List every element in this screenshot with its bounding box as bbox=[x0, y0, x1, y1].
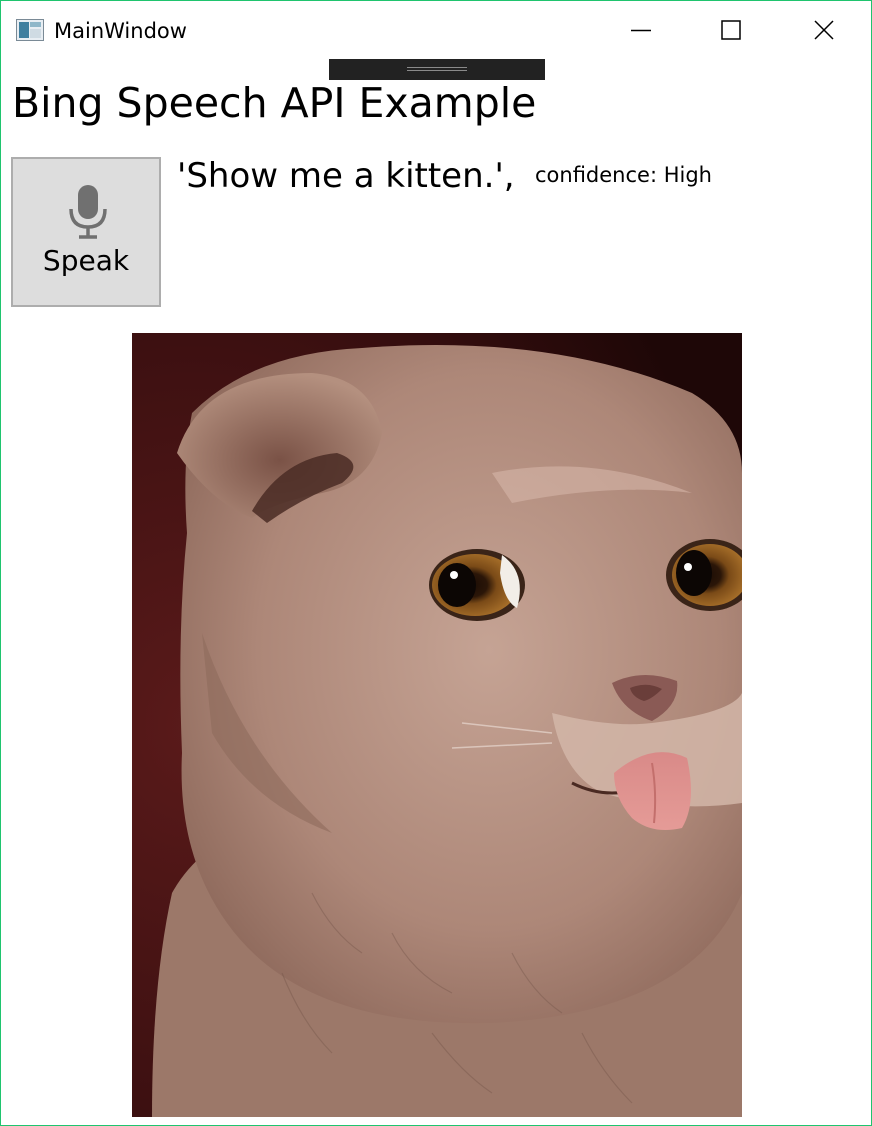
grip-line bbox=[407, 67, 467, 68]
window-title: MainWindow bbox=[54, 19, 187, 43]
microphone-icon bbox=[69, 185, 107, 239]
close-button[interactable] bbox=[779, 1, 871, 59]
maximize-button[interactable] bbox=[685, 1, 777, 59]
speak-button-label: Speak bbox=[42, 244, 130, 277]
minimize-button[interactable] bbox=[595, 1, 687, 59]
confidence-text: confidence: High bbox=[535, 163, 712, 187]
main-window: MainWindow Bing Speech API Example Speak… bbox=[0, 0, 872, 1126]
speak-button[interactable]: Speak bbox=[11, 157, 161, 307]
maximize-icon bbox=[721, 20, 741, 40]
title-bar[interactable]: MainWindow bbox=[1, 1, 871, 59]
minimize-icon bbox=[631, 29, 651, 32]
page-title: Bing Speech API Example bbox=[12, 79, 537, 127]
recognized-text: 'Show me a kitten.', bbox=[177, 156, 515, 196]
kitten-image bbox=[132, 333, 742, 1117]
close-icon bbox=[814, 20, 834, 40]
grip-line bbox=[407, 70, 467, 71]
kitten-picture bbox=[132, 333, 742, 1117]
app-icon bbox=[16, 19, 44, 41]
